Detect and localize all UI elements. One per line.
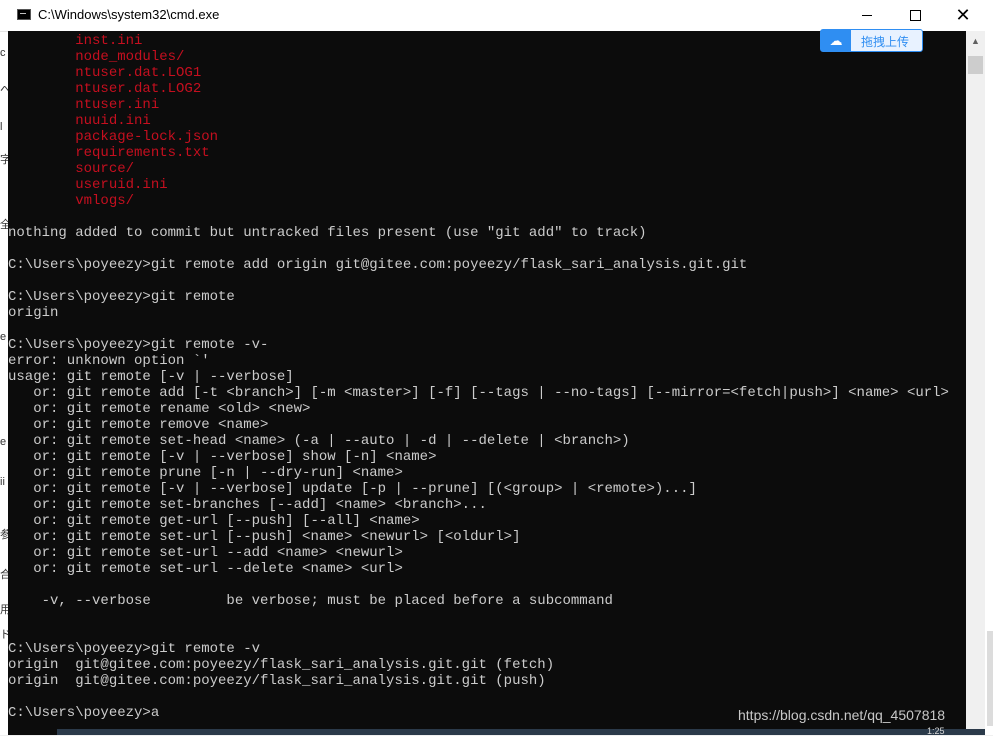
console-line: origin [8,305,59,321]
console-lines: inst.ini node_modules/ ntuser.dat.LOG1 n… [8,33,949,721]
background-fragment: l [0,121,3,133]
background-fragment: ド [0,629,8,641]
console-line: origin git@gitee.com:poyeezy/flask_sari_… [8,673,546,689]
right-edge-strip [985,31,993,735]
background-fragment: 用 [0,604,8,616]
console-line: -v, --verbose be verbose; must be placed… [8,593,613,609]
console-line: or: git remote set-url --delete <name> <… [8,561,403,577]
console-line: or: git remote set-url --add <name> <new… [8,545,403,561]
minimize-icon [862,15,872,17]
background-fragment: 合 [0,569,8,581]
background-fragment: e [0,436,7,448]
console-line: or: git remote set-head <name> (-a | --a… [8,433,630,449]
console-line: usage: git remote [-v | --verbose] [8,369,294,385]
console-line: ntuser.dat.LOG2 [8,81,202,97]
console-line: ntuser.dat.LOG1 [8,65,202,81]
console-line: or: git remote add [-t <branch>] [-m <ma… [8,385,949,401]
console-output[interactable]: inst.ini node_modules/ ntuser.dat.LOG1 n… [8,31,966,735]
console-line: or: git remote [-v | --verbose] show [-n… [8,449,437,465]
drag-upload-button[interactable]: ☁ 拖拽上传 [820,29,923,52]
scroll-thumb[interactable] [968,56,983,74]
taskbar: 1:25 [57,726,985,736]
console-line: useruid.ini [8,177,168,193]
background-fragment: ii [0,476,5,488]
title-bar[interactable]: C:\Windows\system32\cmd.exe ✕ [0,0,993,32]
console-line: or: git remote get-url [--push] [--all] … [8,513,420,529]
console-line: error: unknown option `' [8,353,210,369]
background-fragment: 参 [0,529,8,541]
background-fragment: へ [0,84,8,96]
console-line: C:\Users\poyeezy>git remote [8,289,235,305]
console-line: package-lock.json [8,129,219,145]
console-line: node_modules/ [8,49,185,65]
vertical-scrollbar[interactable]: ▲ [966,31,985,735]
background-fragment: 字 [0,154,8,166]
console-line: inst.ini [8,33,143,49]
cloud-icon: ☁ [821,30,851,51]
window-title: C:\Windows\system32\cmd.exe [38,7,220,22]
console-line: origin git@gitee.com:poyeezy/flask_sari_… [8,657,555,673]
watermark: https://blog.csdn.net/qq_4507818 [738,707,946,723]
console-line: nothing added to commit but untracked fi… [8,225,647,241]
console-line: or: git remote set-url [--push] <name> <… [8,529,521,545]
console-line: requirements.txt [8,145,210,161]
maximize-icon [909,10,921,22]
background-fragment: 全 [0,219,8,231]
background-fragment: c [0,47,6,59]
scroll-up-arrow-icon[interactable]: ▲ [966,31,985,51]
background-fragment: e [0,331,7,343]
background-page: c へ l 字 全 e e ii 参 合 用 ド [0,31,8,735]
console-line: or: git remote [-v | --verbose] update [… [8,481,697,497]
console-line: or: git remote prune [-n | --dry-run] <n… [8,465,403,481]
console-line: C:\Users\poyeezy>git remote -v- [8,337,269,353]
console-line: or: git remote remove <name> [8,417,269,433]
console-line: nuuid.ini [8,113,151,129]
console-line: vmlogs/ [8,193,135,209]
minimize-button[interactable] [844,0,890,31]
console-line: ntuser.ini [8,97,160,113]
console-icon [17,9,31,20]
console-line: C:\Users\poyeezy>git remote add origin g… [8,257,748,273]
console-line: C:\Users\poyeezy>git remote -v [8,641,261,657]
close-icon: ✕ [955,5,971,26]
console-line: or: git remote set-branches [--add] <nam… [8,497,487,513]
drag-upload-label: 拖拽上传 [861,35,910,49]
console-line: source/ [8,161,135,177]
console-line: or: git remote rename <old> <new> [8,401,311,417]
close-button[interactable]: ✕ [940,0,986,31]
maximize-button[interactable] [892,0,938,31]
